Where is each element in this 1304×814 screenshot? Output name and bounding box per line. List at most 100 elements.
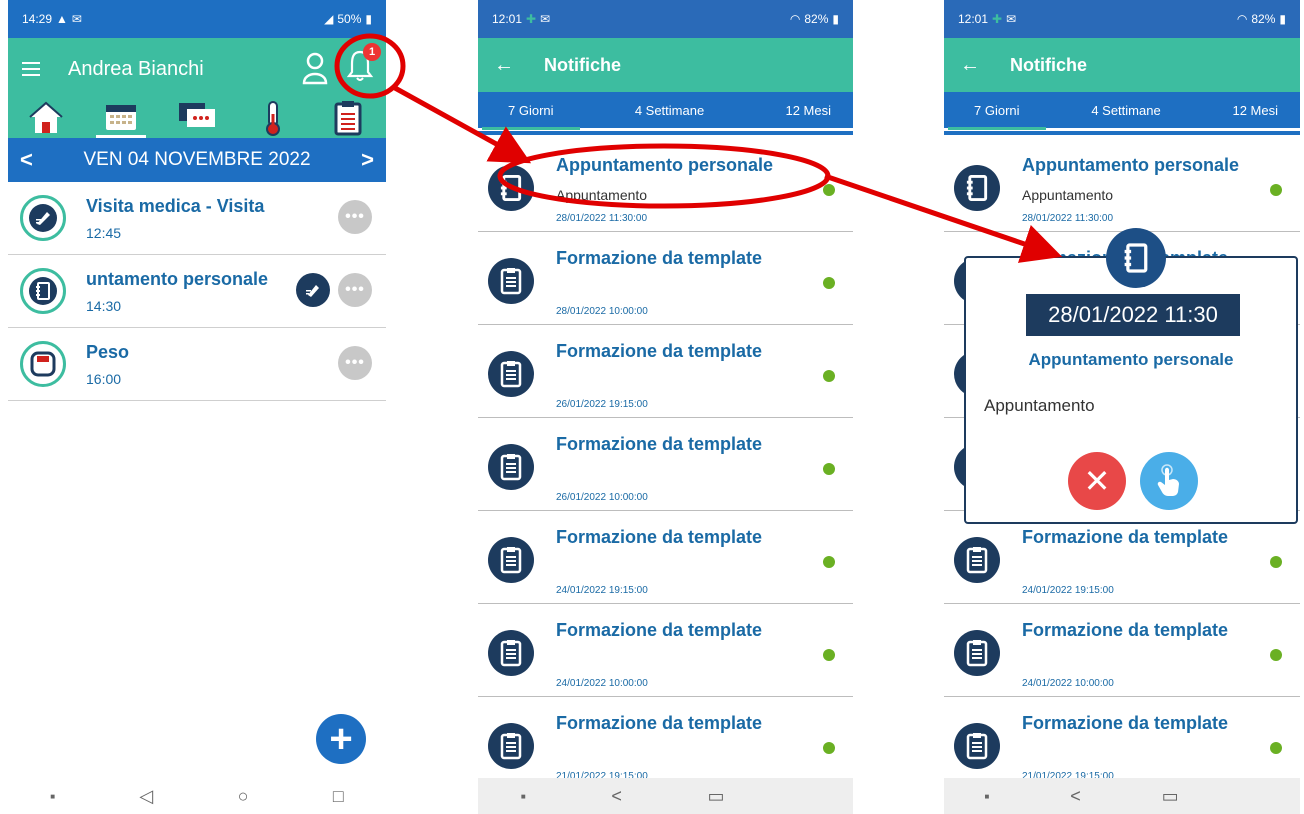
date-navigator: < VEN 04 NOVEMBRE 2022 >: [8, 138, 386, 182]
status-bar: 12:01 ✚ ✉ ◠ 82% ▮: [944, 0, 1300, 38]
notification-item[interactable]: Formazione da template 21/01/2022 19:15:0…: [478, 697, 853, 790]
app-header: Andrea Bianchi 1: [8, 38, 386, 100]
back-nav-icon[interactable]: <: [611, 786, 622, 807]
mail-icon: ✉: [1006, 12, 1017, 26]
status-dot: [823, 463, 835, 475]
battery-level: 50%: [337, 12, 362, 26]
home-icon: [29, 101, 63, 133]
notification-date: 28/01/2022 11:30:00: [556, 213, 648, 224]
notification-date: 24/01/2022 19:15:00: [556, 585, 648, 596]
notification-date: 26/01/2022 19:15:00: [556, 399, 648, 410]
period-tabs: 7 Giorni 4 Settimane 12 Mesi: [478, 92, 853, 130]
system-nav-bar: ■ < ▭: [944, 778, 1300, 814]
tab-forms[interactable]: [323, 100, 373, 138]
clipboard-icon: [954, 630, 1000, 676]
notifications-header: ← Notifiche: [478, 38, 853, 92]
next-day-icon[interactable]: >: [361, 147, 374, 173]
back-nav-icon[interactable]: ◁: [139, 786, 153, 807]
chat-icon: [178, 103, 215, 127]
tab-measurements[interactable]: [248, 100, 298, 138]
home-nav-icon[interactable]: ○: [238, 786, 249, 807]
tab-home[interactable]: [21, 100, 71, 138]
status-dot: [823, 184, 835, 196]
notification-date: 26/01/2022 10:00:00: [556, 492, 648, 503]
tab-messages[interactable]: [172, 100, 222, 138]
notification-item[interactable]: Formazione da template 28/01/2022 10:00:0…: [478, 232, 853, 325]
notification-item[interactable]: Appuntamento personale Appuntamento 28/01/…: [944, 139, 1300, 232]
scale-icon: [20, 341, 66, 387]
notification-date: 24/01/2022 10:00:00: [556, 678, 648, 689]
notification-item[interactable]: Formazione da template 21/01/2022 19:15:0…: [944, 697, 1300, 790]
tab-12-months[interactable]: 12 Mesi: [1228, 103, 1282, 118]
status-time: 12:01: [492, 12, 523, 26]
notification-list: Appuntamento personale Appuntamento 28/01/…: [478, 139, 853, 790]
page-title: Notifiche: [544, 54, 622, 75]
back-arrow-icon[interactable]: ←: [960, 54, 980, 77]
agenda-item[interactable]: Peso 16:00 •••: [8, 328, 386, 401]
back-nav-icon[interactable]: <: [1070, 786, 1081, 807]
notifications-button[interactable]: 1: [346, 43, 381, 87]
status-dot: [1270, 184, 1282, 196]
calendar-icon: [106, 105, 137, 130]
edit-button[interactable]: [296, 273, 330, 307]
notification-item[interactable]: Formazione da template 24/01/2022 10:00:0…: [478, 604, 853, 697]
notification-title: Formazione da template: [556, 527, 763, 547]
tabs-divider: [478, 131, 853, 135]
notification-subtitle: Appuntamento: [1022, 187, 1114, 203]
dialog-description: Appuntamento: [984, 396, 1095, 415]
status-bar: 12:01 ✚ ✉ ◠ 82% ▮: [478, 0, 853, 38]
mail-icon: ✉: [540, 12, 551, 26]
notification-title: Formazione da template: [556, 620, 763, 640]
tab-4-weeks[interactable]: 4 Settimane: [1087, 103, 1164, 118]
home-pill-icon[interactable]: ▭: [708, 786, 725, 807]
notification-item[interactable]: Formazione da template 24/01/2022 19:15:0…: [478, 511, 853, 604]
tab-calendar[interactable]: [96, 100, 147, 138]
clipboard-icon: [334, 101, 362, 136]
clipboard-icon: [488, 723, 534, 769]
notification-date: 28/01/2022 11:30:00: [1022, 213, 1114, 224]
status-dot: [823, 742, 835, 754]
recents-dot-icon: ■: [520, 791, 526, 801]
notification-item[interactable]: Formazione da template 24/01/2022 19:15:0…: [944, 511, 1300, 604]
thermometer-icon: [265, 101, 280, 136]
user-icon[interactable]: [302, 51, 328, 85]
notification-title: Formazione da template: [1022, 527, 1229, 547]
menu-icon[interactable]: [22, 62, 40, 76]
tab-12-months[interactable]: 12 Mesi: [781, 103, 835, 118]
notification-title: Formazione da template: [556, 434, 763, 454]
notification-item[interactable]: Formazione da template 26/01/2022 19:15:0…: [478, 325, 853, 418]
status-dot: [1270, 649, 1282, 661]
tab-7-days[interactable]: 7 Giorni: [948, 103, 1045, 130]
notification-title: Formazione da template: [1022, 620, 1229, 640]
agenda-item[interactable]: Visita medica - Visita 12:45 •••: [8, 182, 386, 255]
clipboard-icon: [488, 537, 534, 583]
phone-calendar-screen: 14:29 ▲ ✉ ◢ 50% ▮ Andrea Bianchi 1 < VEN…: [8, 0, 386, 814]
agenda-item[interactable]: untamento personale 14:30 •••: [8, 255, 386, 328]
notification-item[interactable]: Formazione da template 24/01/2022 10:00:0…: [944, 604, 1300, 697]
status-time: 12:01: [958, 12, 989, 26]
hand-tap-icon: [1157, 464, 1179, 496]
home-pill-icon[interactable]: ▭: [1162, 786, 1179, 807]
notification-item[interactable]: Formazione da template 26/01/2022 10:00:0…: [478, 418, 853, 511]
notification-date: 24/01/2022 10:00:00: [1022, 678, 1114, 689]
status-dot: [823, 556, 835, 568]
tab-4-weeks[interactable]: 4 Settimane: [631, 103, 708, 118]
more-options-button[interactable]: •••: [338, 346, 372, 380]
battery-icon: ▮: [832, 12, 839, 26]
tab-7-days[interactable]: 7 Giorni: [482, 103, 579, 130]
add-button[interactable]: +: [316, 714, 366, 764]
notification-item[interactable]: Appuntamento personale Appuntamento 28/01/…: [478, 139, 853, 232]
previous-day-icon[interactable]: <: [20, 147, 33, 173]
dialog-open-button[interactable]: [1140, 452, 1198, 510]
notification-subtitle: Appuntamento: [556, 187, 648, 203]
more-options-button[interactable]: •••: [338, 273, 372, 307]
back-arrow-icon[interactable]: ←: [494, 54, 514, 77]
notebook-icon: [1106, 228, 1166, 288]
dialog-close-button[interactable]: ✕: [1068, 452, 1126, 510]
recents-nav-icon[interactable]: □: [333, 786, 344, 807]
phone-notification-detail-screen: 12:01 ✚ ✉ ◠ 82% ▮ ← Notifiche 7 Giorni 4…: [944, 0, 1300, 814]
clipboard-icon: [488, 630, 534, 676]
page-title: Notifiche: [1010, 54, 1088, 75]
clipboard-icon: [488, 351, 534, 397]
more-options-button[interactable]: •••: [338, 200, 372, 234]
